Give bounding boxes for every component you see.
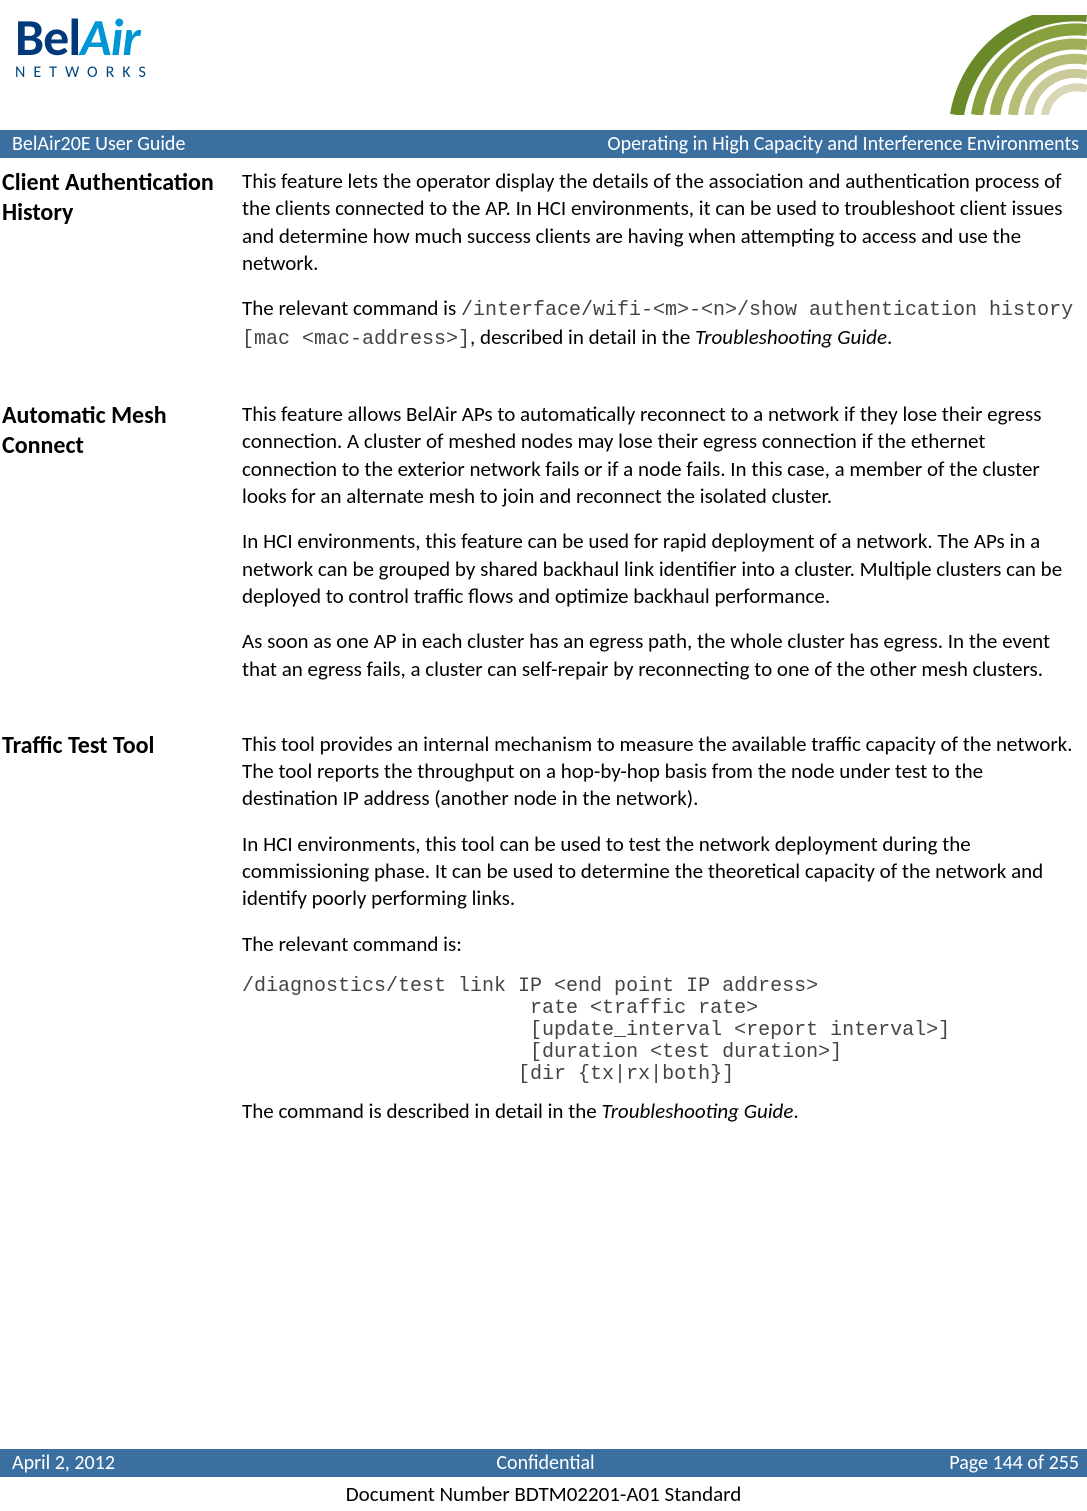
text-run: . xyxy=(887,324,892,350)
document-number: Document Number BDTM02201-A01 Standard xyxy=(0,1481,1087,1507)
paragraph: In HCI environments, this feature can be… xyxy=(242,528,1077,610)
text-run: The relevant command is xyxy=(242,295,461,321)
text-run: The command is described in detail in th… xyxy=(242,1098,601,1124)
footer-confidential: Confidential xyxy=(368,1451,724,1475)
text-run: . xyxy=(793,1098,798,1124)
paragraph: In HCI environments, this tool can be us… xyxy=(242,831,1077,913)
paragraph: This feature allows BelAir APs to automa… xyxy=(242,401,1077,510)
paragraph: The relevant command is: xyxy=(242,931,1077,958)
belair-logo: BelAir NETWORKS xyxy=(15,5,210,82)
paragraph: This feature lets the operator display t… xyxy=(242,168,1077,277)
footer-banner: April 2, 2012 Confidential Page 144 of 2… xyxy=(0,1449,1087,1477)
page-header: BelAir NETWORKS xyxy=(0,0,1087,130)
code-block: /diagnostics/test link IP <end point IP … xyxy=(242,976,1077,1086)
text-run: , described in detail in the xyxy=(470,324,695,350)
section-body: This tool provides an internal mechanism… xyxy=(242,731,1087,1143)
section: Client Authentication HistoryThis featur… xyxy=(0,168,1087,371)
content-area: Client Authentication HistoryThis featur… xyxy=(0,158,1087,1143)
paragraph: The relevant command is /interface/wifi-… xyxy=(242,295,1077,353)
paragraph: This tool provides an internal mechanism… xyxy=(242,731,1077,813)
section-heading: Automatic Mesh Connect xyxy=(0,401,217,701)
footer-date: April 2, 2012 xyxy=(12,1451,368,1475)
chapter-title: Operating in High Capacity and Interfere… xyxy=(607,132,1079,156)
section: Traffic Test Tool This tool provides an i… xyxy=(0,731,1087,1143)
reference-title: Troubleshooting Guide xyxy=(601,1098,793,1124)
logo-text-bel: Bel xyxy=(15,5,80,69)
arc-icon xyxy=(937,15,1087,115)
paragraph: As soon as one AP in each cluster has an… xyxy=(242,628,1077,683)
section-heading: Client Authentication History xyxy=(0,168,217,371)
logo-text-air: Air xyxy=(80,5,140,69)
section-body: This feature lets the operator display t… xyxy=(242,168,1087,371)
section: Automatic Mesh ConnectThis feature allow… xyxy=(0,401,1087,701)
section-heading: Traffic Test Tool xyxy=(0,731,217,1143)
footer-page: Page 144 of 255 xyxy=(723,1451,1079,1475)
reference-title: Troubleshooting Guide xyxy=(695,324,887,350)
title-banner: BelAir20E User Guide Operating in High C… xyxy=(0,130,1087,158)
logo-text-networks: NETWORKS xyxy=(15,63,210,82)
page: BelAir NETWORKS BelAir20E User Guide Ope… xyxy=(0,0,1087,1511)
section-body: This feature allows BelAir APs to automa… xyxy=(242,401,1087,701)
paragraph: The command is described in detail in th… xyxy=(242,1098,1077,1125)
guide-title: BelAir20E User Guide xyxy=(12,132,185,156)
